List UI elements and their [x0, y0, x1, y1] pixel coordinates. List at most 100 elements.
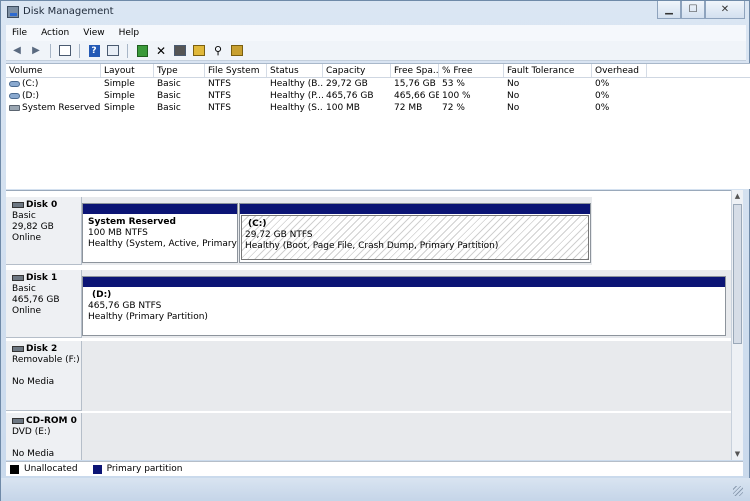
col-type[interactable]: Type — [154, 64, 205, 77]
window-title: Disk Management — [23, 6, 114, 17]
toolbar-separator — [50, 43, 51, 58]
cell-file-system: NTFS — [208, 103, 231, 113]
disk-name: Disk 1 — [26, 273, 58, 283]
partition-selected-area: (C:) 29,72 GB NTFS Healthy (Boot, Page F… — [241, 215, 589, 260]
disk-name: Disk 2 — [26, 344, 58, 354]
resize-grip-icon[interactable] — [733, 486, 743, 496]
cell-capacity: 100 MB — [326, 103, 360, 113]
table-row[interactable]: System Reserved Simple Basic NTFS Health… — [6, 102, 750, 114]
partition-c[interactable]: (C:) 29,72 GB NTFS Healthy (Boot, Page F… — [239, 203, 591, 263]
col-layout[interactable]: Layout — [101, 64, 154, 77]
partition-title: System Reserved — [88, 217, 176, 227]
scrollbar-thumb[interactable] — [733, 204, 742, 344]
help-icon[interactable]: ? — [87, 44, 101, 58]
disk-0-row[interactable]: Disk 0 Basic 29,82 GB Online System Rese… — [6, 197, 731, 265]
cell-free-space: 15,76 GB — [394, 79, 436, 89]
cell-free-space: 465,66 GB — [394, 91, 439, 101]
cdrom-0-label[interactable]: CD-ROM 0 DVD (E:) No Media — [6, 413, 82, 460]
cell-type: Basic — [157, 91, 181, 101]
check-disk-icon[interactable] — [173, 44, 187, 58]
title-bar[interactable]: Disk Management ▁ ☐ ✕ — [1, 1, 750, 25]
partition-info: (D:) 465,76 GB NTFS Healthy (Primary Par… — [83, 287, 725, 323]
disk-type: Basic — [12, 211, 36, 221]
col-status[interactable]: Status — [267, 64, 323, 77]
volume-icon — [9, 104, 20, 111]
cell-status: Healthy (P... — [270, 91, 323, 101]
toolbar: ◀ ▶ ? ✕ ⚲ — [6, 41, 746, 61]
minimize-button[interactable]: ▁ — [657, 1, 681, 19]
volume-name: System Reserved — [22, 103, 101, 113]
menu-action[interactable]: Action — [41, 28, 69, 38]
menu-file[interactable]: File — [12, 28, 27, 38]
disk-state: Online — [12, 306, 42, 316]
volume-name: (D:) — [22, 91, 39, 101]
col-free-space[interactable]: Free Spa... — [391, 64, 439, 77]
cell-volume: (D:) — [6, 90, 101, 102]
partition-d[interactable]: (D:) 465,76 GB NTFS Healthy (Primary Par… — [82, 276, 726, 336]
cell-overhead: 0% — [595, 103, 610, 113]
col-overhead[interactable]: Overhead — [592, 64, 647, 77]
forward-arrow-icon[interactable]: ▶ — [29, 44, 43, 58]
cdrom-0-row[interactable]: CD-ROM 0 DVD (E:) No Media — [6, 413, 731, 460]
disk-type: Basic — [12, 284, 36, 294]
disk-name: CD-ROM 0 — [26, 416, 77, 426]
disk-2-empty-area — [82, 341, 731, 411]
disk-1-row[interactable]: Disk 1 Basic 465,76 GB Online (D:) 465,7… — [6, 270, 731, 338]
disk-1-label[interactable]: Disk 1 Basic 465,76 GB Online — [6, 270, 82, 338]
cell-free-space: 72 MB — [394, 103, 423, 113]
refresh-icon[interactable] — [135, 44, 149, 58]
col-capacity[interactable]: Capacity — [323, 64, 391, 77]
menu-view[interactable]: View — [83, 28, 104, 38]
disk-2-row[interactable]: Disk 2 Removable (F:) No Media — [6, 341, 731, 411]
disk-type: DVD (E:) — [12, 427, 51, 437]
table-row[interactable]: (D:) Simple Basic NTFS Healthy (P... 465… — [6, 90, 750, 102]
cell-fault-tolerance: No — [507, 91, 520, 101]
partition-bar — [83, 277, 725, 287]
disk-name: Disk 0 — [26, 200, 58, 210]
status-bar — [1, 478, 750, 501]
primary-partition-swatch — [92, 464, 102, 474]
cell-layout: Simple — [104, 91, 135, 101]
cd-rom-icon — [12, 417, 24, 424]
search-icon[interactable]: ⚲ — [211, 44, 225, 58]
menu-help[interactable]: Help — [119, 28, 140, 38]
cell-status: Healthy (B... — [270, 79, 323, 89]
cell-percent-free: 72 % — [442, 103, 465, 113]
unallocated-swatch — [10, 464, 19, 474]
disk-0-label[interactable]: Disk 0 Basic 29,82 GB Online — [6, 197, 82, 265]
col-file-system[interactable]: File System — [205, 64, 267, 77]
delete-icon[interactable]: ✕ — [154, 44, 168, 58]
disk-state: No Media — [12, 377, 55, 387]
maximize-button[interactable]: ☐ — [681, 1, 705, 19]
hard-disk-icon — [12, 274, 24, 281]
partition-system-reserved[interactable]: System Reserved 100 MB NTFS Healthy (Sys… — [82, 203, 238, 263]
graphical-view-scrollbar[interactable]: ▲ ▼ — [731, 190, 743, 460]
cell-percent-free: 53 % — [442, 79, 465, 89]
table-row[interactable]: (C:) Simple Basic NTFS Healthy (B... 29,… — [6, 78, 750, 90]
cell-file-system: NTFS — [208, 79, 231, 89]
col-volume[interactable]: Volume — [6, 64, 101, 77]
cell-file-system: NTFS — [208, 91, 231, 101]
cell-status: Healthy (S... — [270, 103, 323, 113]
back-arrow-icon[interactable]: ◀ — [10, 44, 24, 58]
scroll-up-icon[interactable]: ▲ — [732, 190, 743, 202]
disk-size: 29,82 GB — [12, 222, 54, 232]
cell-layout: Simple — [104, 103, 135, 113]
properties-icon[interactable] — [106, 44, 120, 58]
partition-info: (C:) 29,72 GB NTFS Healthy (Boot, Page F… — [242, 216, 588, 252]
cell-type: Basic — [157, 103, 181, 113]
col-fault-tolerance[interactable]: Fault Tolerance — [504, 64, 592, 77]
close-button[interactable]: ✕ — [705, 1, 745, 19]
cell-type: Basic — [157, 79, 181, 89]
col-percent-free[interactable]: % Free — [439, 64, 504, 77]
volume-icon — [9, 80, 20, 87]
disk-settings-icon[interactable] — [230, 44, 244, 58]
show-hide-console-tree-icon[interactable] — [58, 44, 72, 58]
partition-size: 465,76 GB NTFS — [88, 301, 162, 311]
caption-buttons: ▁ ☐ ✕ — [657, 1, 745, 19]
cell-fault-tolerance: No — [507, 79, 520, 89]
open-folder-icon[interactable] — [192, 44, 206, 58]
scroll-down-icon[interactable]: ▼ — [732, 448, 743, 460]
disk-2-label[interactable]: Disk 2 Removable (F:) No Media — [6, 341, 82, 411]
menu-bar: File Action View Help — [6, 25, 746, 41]
